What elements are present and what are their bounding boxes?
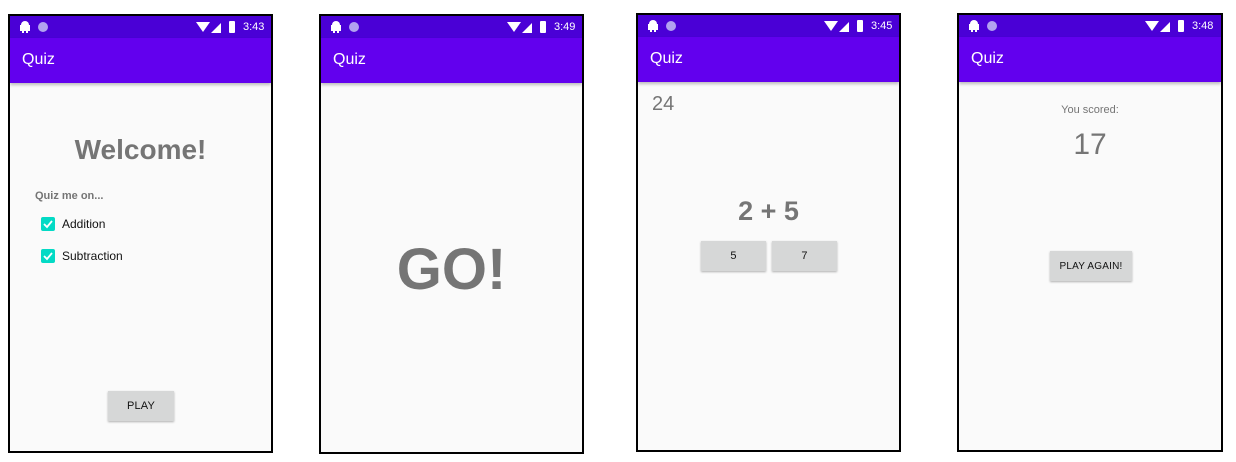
- screen-welcome: 3:43 Quiz Welcome! Quiz me on... Additio…: [8, 14, 273, 453]
- app-bar: Quiz: [321, 38, 582, 83]
- check-icon: [43, 252, 53, 261]
- status-bar: 3:45: [638, 15, 899, 37]
- status-bar: 3:48: [959, 15, 1221, 37]
- play-again-button[interactable]: PLAY AGAIN!: [1050, 251, 1132, 281]
- welcome-heading: Welcome!: [74, 134, 207, 165]
- subtraction-checkbox[interactable]: [41, 249, 55, 263]
- quiz-me-on-label: Quiz me on...: [35, 190, 104, 202]
- screen-go: 3:49 Quiz GO!: [319, 14, 584, 454]
- cell-signal-icon: [522, 23, 532, 33]
- status-time: 3:49: [554, 21, 576, 33]
- battery-icon: [229, 21, 235, 33]
- app-title: Quiz: [971, 50, 1004, 67]
- notification-dot-icon: [38, 22, 48, 32]
- android-debug-icon: [331, 21, 341, 33]
- cell-signal-icon: [211, 23, 221, 33]
- screen-score: 3:48 Quiz You scored: 17 PLAY AGAIN!: [957, 13, 1223, 452]
- you-scored-label: You scored:: [1061, 104, 1119, 116]
- wifi-icon: [507, 22, 521, 32]
- notification-dot-icon: [666, 21, 676, 31]
- status-time: 3:45: [871, 20, 893, 32]
- answer-button[interactable]: 7: [772, 241, 837, 271]
- battery-icon: [857, 20, 863, 32]
- app-bar: Quiz: [638, 37, 899, 82]
- app-bar: Quiz: [959, 37, 1221, 82]
- status-bar: 3:49: [321, 16, 582, 38]
- status-bar: 3:43: [10, 16, 271, 38]
- check-icon: [43, 220, 53, 229]
- status-time: 3:48: [1192, 20, 1214, 32]
- app-title: Quiz: [650, 50, 683, 67]
- battery-icon: [1178, 20, 1184, 32]
- cell-signal-icon: [1160, 22, 1170, 32]
- addition-checkbox[interactable]: [41, 217, 55, 231]
- score-value: 17: [1073, 128, 1107, 161]
- answer-button[interactable]: 5: [701, 241, 766, 271]
- play-button[interactable]: PLAY: [108, 391, 174, 421]
- notification-dot-icon: [349, 22, 359, 32]
- timer-text: 24: [652, 93, 675, 115]
- screen-question: 3:45 Quiz 24 2 + 5 5 7: [636, 13, 901, 452]
- subtraction-option[interactable]: Subtraction: [41, 249, 161, 267]
- android-debug-icon: [20, 21, 30, 33]
- android-debug-icon: [648, 20, 658, 32]
- wifi-icon: [1145, 21, 1159, 31]
- android-debug-icon: [969, 20, 979, 32]
- battery-icon: [540, 21, 546, 33]
- wifi-icon: [196, 22, 210, 32]
- cell-signal-icon: [839, 22, 849, 32]
- notification-dot-icon: [987, 21, 997, 31]
- status-time: 3:43: [243, 21, 265, 33]
- app-title: Quiz: [333, 51, 366, 68]
- addition-option[interactable]: Addition: [41, 217, 161, 235]
- app-title: Quiz: [22, 51, 55, 68]
- addition-label: Addition: [62, 217, 106, 231]
- wifi-icon: [824, 21, 838, 31]
- go-text: GO!: [396, 237, 507, 302]
- app-bar: Quiz: [10, 38, 271, 83]
- subtraction-label: Subtraction: [62, 249, 123, 263]
- question-text: 2 + 5: [738, 196, 799, 226]
